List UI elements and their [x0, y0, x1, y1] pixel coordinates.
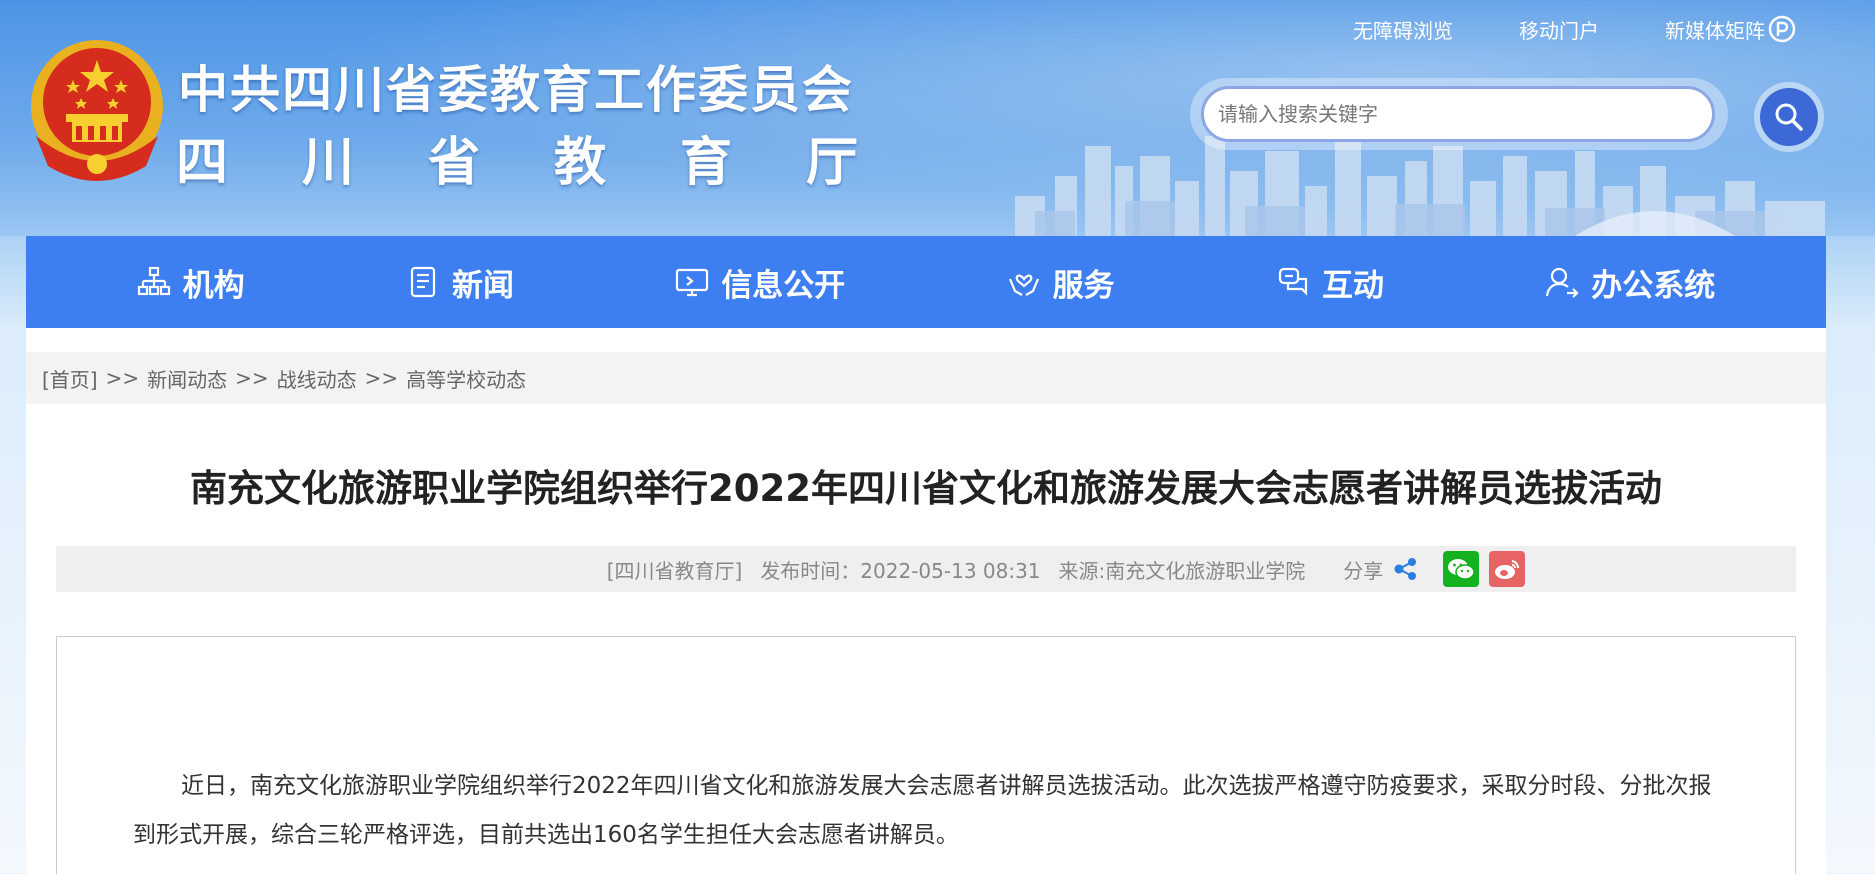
monitor-icon [676, 268, 709, 297]
nav-label: 服务 [1052, 267, 1115, 304]
site-header: 中共四川省委教育工作委员会 四川省教育厅 无障碍浏览 移动门户 新媒体矩阵 [0, 0, 1875, 236]
nav-item-news[interactable]: 新闻 [406, 260, 514, 305]
national-emblem-logo [31, 40, 163, 181]
chat-icon [1278, 267, 1308, 296]
org-chart-icon [137, 266, 170, 296]
wechat-icon [1448, 559, 1476, 580]
main-nav: 机构 新闻 信息公开 服务 互动 办公系统 [26, 236, 1826, 328]
search-button-inner [1760, 88, 1818, 146]
nav-item-institutions[interactable]: 机构 [137, 260, 245, 305]
breadcrumb-universities[interactable]: 高等学校动态 [406, 364, 526, 393]
nav-label: 办公系统 [1591, 267, 1716, 304]
breadcrumb-separator: >> [235, 366, 269, 390]
breadcrumb-separator: >> [364, 366, 399, 390]
nav-label: 机构 [182, 267, 245, 304]
breadcrumb-frontline[interactable]: 战线动态 [277, 364, 357, 393]
search-input[interactable] [1201, 86, 1715, 142]
site-title-department: 四川省教育厅 [176, 132, 933, 193]
nav-item-office-system[interactable]: 办公系统 [1545, 260, 1715, 305]
share-icon [1394, 558, 1417, 580]
nav-item-services[interactable]: 服务 [1007, 260, 1115, 305]
media-matrix-icon [1768, 15, 1796, 43]
nav-label: 新闻 [451, 267, 514, 304]
breadcrumb: [首页] >> 新闻动态 >> 战线动态 >> 高等学校动态 [26, 352, 1826, 404]
site-title-committee: 中共四川省委教育工作委员会 [178, 61, 854, 119]
new-media-matrix-label: 新媒体矩阵 [1665, 18, 1765, 43]
news-icon [410, 266, 436, 298]
share-wechat-button[interactable] [1443, 551, 1480, 587]
article-body: 近日，南充文化旅游职业学院组织举行2022年四川省文化和旅游发展大会志愿者讲解员… [56, 636, 1796, 874]
share-label: 分享 [1343, 558, 1384, 583]
breadcrumb-news[interactable]: 新闻动态 [147, 364, 227, 393]
top-links: 无障碍浏览 移动门户 新媒体矩阵 [1353, 14, 1797, 44]
nav-item-info-disclosure[interactable]: 信息公开 [675, 260, 845, 305]
breadcrumb-home[interactable]: [首页] [42, 364, 98, 393]
mobile-portal-link[interactable]: 移动门户 [1519, 15, 1599, 44]
nav-label: 互动 [1321, 267, 1384, 304]
hands-heart-icon [1008, 274, 1039, 296]
article-paragraph: 近日，南充文化旅游职业学院组织举行2022年四川省文化和旅游发展大会志愿者讲解员… [133, 773, 1712, 848]
new-media-matrix-link[interactable]: 新媒体矩阵 [1665, 14, 1797, 44]
article-title: 南充文化旅游职业学院组织举行2022年四川省文化和旅游发展大会志愿者讲解员选拔活… [190, 467, 1662, 510]
share-weibo-button[interactable] [1489, 551, 1526, 587]
search-button[interactable] [1754, 82, 1824, 152]
article-publisher: [四川省教育厅] [606, 558, 743, 583]
search-icon [1775, 103, 1803, 131]
breadcrumb-separator: >> [105, 366, 140, 390]
nav-label: 信息公开 [721, 267, 846, 304]
weibo-icon [1495, 560, 1520, 579]
article-meta: [四川省教育厅] 发布时间：2022-05-13 08:31 来源:南充文化旅游… [56, 546, 1796, 592]
user-arrow-icon [1546, 267, 1579, 298]
accessibility-link[interactable]: 无障碍浏览 [1353, 15, 1453, 44]
nav-item-interaction[interactable]: 互动 [1276, 260, 1384, 305]
main-content: [首页] >> 新闻动态 >> 战线动态 >> 高等学校动态 南充文化旅游职业学… [26, 328, 1826, 874]
article-source: 来源:南充文化旅游职业学院 [1058, 558, 1306, 583]
share-bar: 分享 [1343, 551, 1526, 587]
article-publish-time: 发布时间：2022-05-13 08:31 [760, 558, 1041, 583]
